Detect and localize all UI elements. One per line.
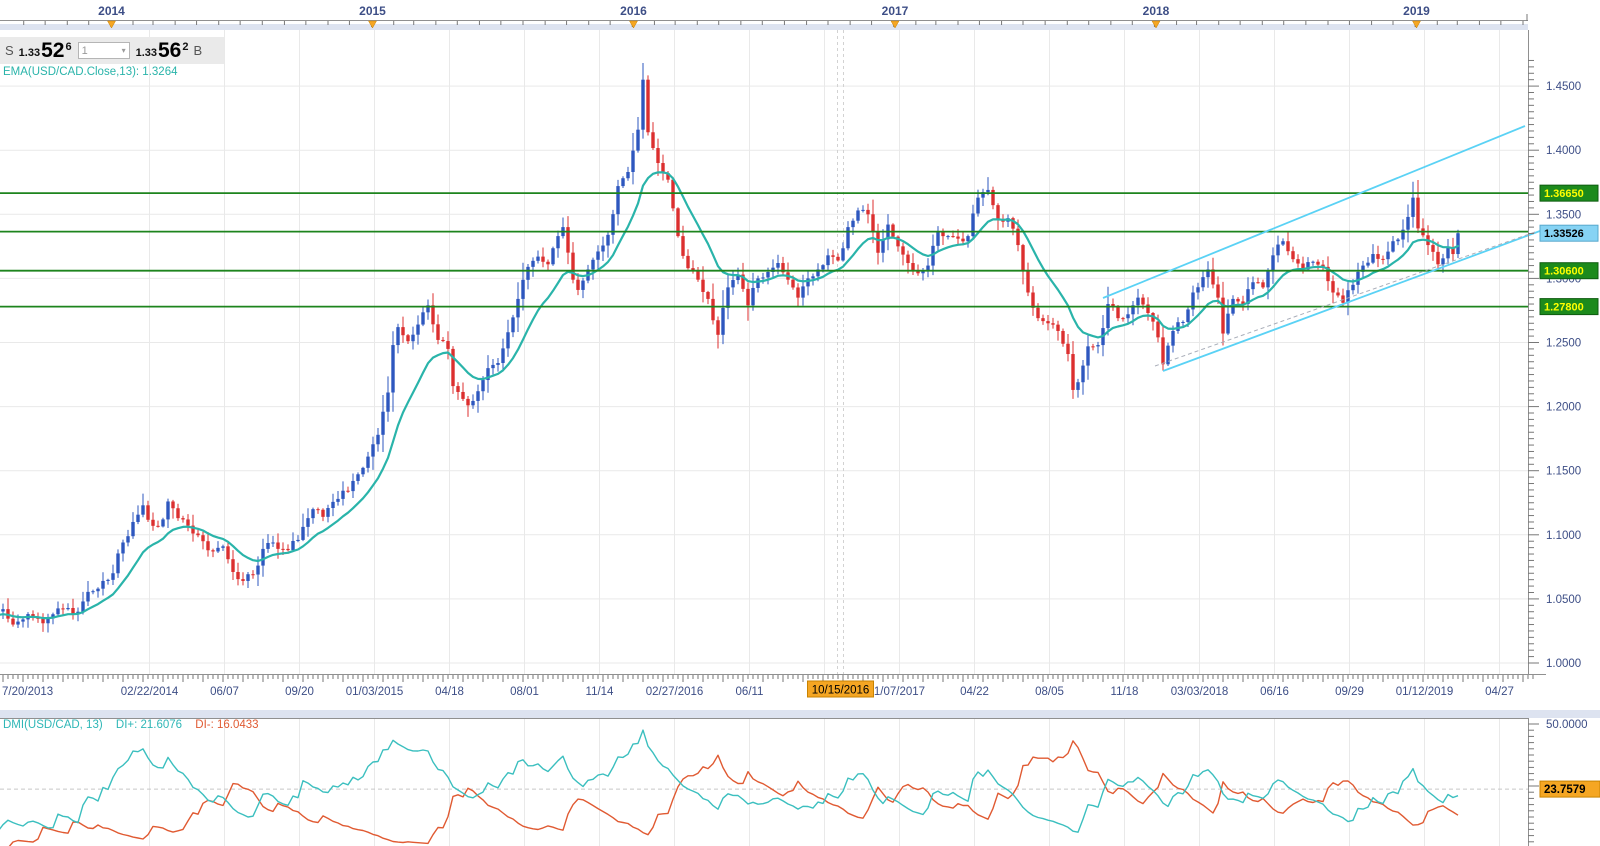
dmi-name-label: DMI(USD/CAD, 13): [3, 719, 103, 731]
dmi-indicator-legend: DMI(USD/CAD, 13) DI+: 21.6076 DI-: 16.04…: [3, 719, 259, 731]
svg-text:1.27800: 1.27800: [1544, 302, 1584, 314]
buy-price-prefix: 1.33: [136, 47, 157, 59]
trend-line: [1155, 232, 1535, 366]
svg-text:1.0000: 1.0000: [1546, 658, 1581, 670]
date-tick-label: 08/05: [1035, 686, 1064, 698]
sell-side-label: S: [5, 43, 14, 58]
date-tick-label: 03/03/2018: [1171, 686, 1229, 698]
top-time-axis-years[interactable]: 2014 2015 2016 2017 2018 2019: [0, 0, 1600, 30]
svg-text:2019: 2019: [1403, 4, 1430, 18]
svg-text:1.2000: 1.2000: [1546, 402, 1581, 414]
date-tick-label: 02/27/2016: [646, 686, 704, 698]
chevron-down-icon: ▾: [122, 46, 126, 55]
main-price-chart[interactable]: 1.45001.40001.35001.30001.25001.20001.15…: [0, 30, 1600, 674]
ema-indicator-legend: EMA(USD/CAD.Close,13): 1.3264: [3, 66, 177, 78]
di-plus-line: [0, 730, 1458, 832]
amount-dropdown[interactable]: 1 ▾: [78, 42, 130, 59]
di-plus-value: DI+: 21.6076: [116, 719, 182, 731]
sell-price-pips[interactable]: 52: [41, 40, 64, 61]
svg-text:1.1000: 1.1000: [1546, 530, 1581, 542]
svg-text:1.4500: 1.4500: [1546, 81, 1581, 93]
date-tick-label: 02/22/2014: [121, 686, 179, 698]
date-tick-label: 04/27: [1485, 686, 1514, 698]
trend-line: [1103, 126, 1525, 298]
date-tick-label: 11/18: [1111, 686, 1139, 698]
svg-text:2017: 2017: [882, 4, 909, 18]
buy-price-pips[interactable]: 56: [158, 40, 181, 61]
svg-text:23.7579: 23.7579: [1544, 784, 1586, 796]
date-tick-label: 11/14: [586, 686, 615, 698]
date-tick-label: 06/16: [1260, 686, 1289, 698]
svg-text:1.4000: 1.4000: [1546, 145, 1581, 157]
svg-text:50.0000: 50.0000: [1546, 719, 1588, 731]
amount-value: 1: [82, 45, 88, 57]
sell-price-fraction: 6: [65, 41, 71, 53]
date-tick-label: 1/07/2017: [874, 686, 925, 698]
svg-text:2014: 2014: [98, 4, 125, 18]
svg-text:1.36650: 1.36650: [1544, 188, 1584, 200]
date-tick-label: 08/01: [510, 686, 539, 698]
svg-text:1.1500: 1.1500: [1546, 466, 1581, 478]
date-tick-label: 7/20/2013: [2, 686, 53, 698]
svg-text:1.33526: 1.33526: [1544, 228, 1584, 240]
svg-text:2018: 2018: [1143, 4, 1170, 18]
candles-layer: [0, 63, 1460, 632]
date-tick-label: 04/22: [960, 686, 989, 698]
svg-text:10/15/2016: 10/15/2016: [812, 685, 870, 697]
svg-text:1.2500: 1.2500: [1546, 338, 1581, 350]
trading-chart-window: { "quote_panel": { "sell_label": "S", "s…: [0, 0, 1600, 846]
date-tick-label: 04/18: [435, 686, 464, 698]
di-minus-value: DI-: 16.0433: [195, 719, 258, 731]
date-tick-label: 09/20: [285, 686, 314, 698]
svg-text:1.0500: 1.0500: [1546, 594, 1581, 606]
price-plot-area: [0, 30, 1548, 674]
buy-price-fraction: 2: [182, 41, 188, 53]
svg-text:1.30600: 1.30600: [1544, 266, 1584, 278]
date-tick-label: 01/12/2019: [1396, 686, 1454, 698]
date-tick-label: 09/29: [1335, 686, 1364, 698]
quote-panel: S 1.33 52 6 1 ▾ 1.33 56 2 B: [0, 37, 224, 64]
buy-side-label: B: [193, 43, 202, 58]
date-tick-label: 01/03/2015: [346, 686, 404, 698]
bottom-date-axis[interactable]: 7/20/2013 02/22/2014 06/07 09/20 01/03/2015 0…: [0, 674, 1600, 698]
date-tick-label: 06/07: [210, 686, 239, 698]
svg-text:2016: 2016: [620, 4, 647, 18]
sell-price-prefix: 1.33: [19, 47, 40, 59]
svg-text:1.3500: 1.3500: [1546, 209, 1581, 221]
svg-text:2015: 2015: [359, 4, 386, 18]
date-tick-label: 06/11: [736, 686, 764, 698]
